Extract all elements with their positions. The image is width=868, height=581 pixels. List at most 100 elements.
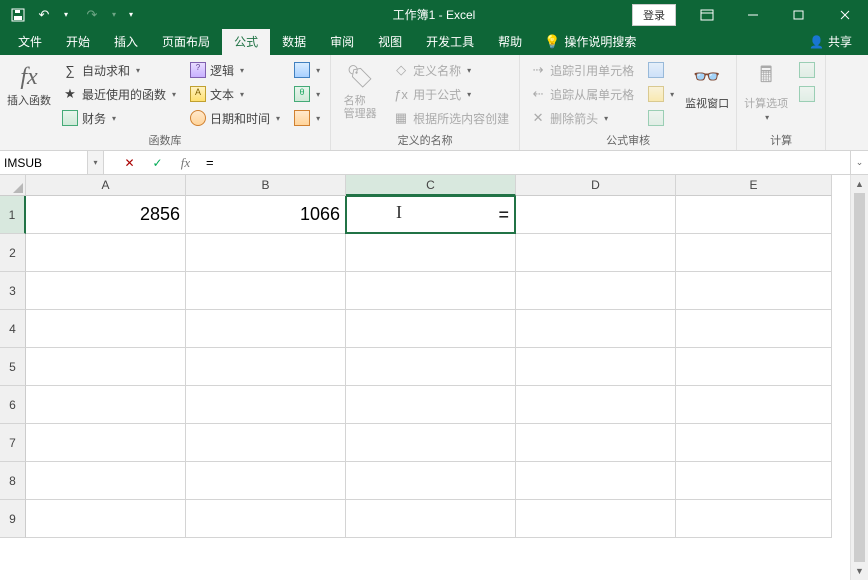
cell-D3[interactable] [516, 272, 676, 310]
error-checking-button[interactable]: ▾ [644, 83, 678, 105]
cell-D6[interactable] [516, 386, 676, 424]
cell-E5[interactable] [676, 348, 832, 386]
redo-dropdown[interactable]: ▾ [102, 3, 126, 27]
cell-D8[interactable] [516, 462, 676, 500]
tab-layout[interactable]: 页面布局 [150, 29, 222, 55]
recent-functions-button[interactable]: ★最近使用的函数▾ [58, 83, 180, 105]
cell-C6[interactable] [346, 386, 516, 424]
insert-function-fx-button[interactable]: fx [172, 151, 200, 174]
cell-A1[interactable]: 2856 [26, 196, 186, 234]
cell-B3[interactable] [186, 272, 346, 310]
scroll-down-button[interactable]: ▼ [851, 562, 868, 580]
cell-A2[interactable] [26, 234, 186, 272]
cell-B2[interactable] [186, 234, 346, 272]
share-button[interactable]: 👤 共享 [799, 29, 862, 55]
row-header-7[interactable]: 7 [0, 424, 26, 462]
scroll-thumb[interactable] [854, 193, 865, 562]
select-all-corner[interactable] [0, 175, 26, 196]
row-header-9[interactable]: 9 [0, 500, 26, 538]
cell-C8[interactable] [346, 462, 516, 500]
undo-icon[interactable]: ↶ [32, 3, 56, 27]
row-header-2[interactable]: 2 [0, 234, 26, 272]
cell-D5[interactable] [516, 348, 676, 386]
cell-A9[interactable] [26, 500, 186, 538]
more-functions-button[interactable]: ▾ [290, 107, 324, 129]
calculate-sheet-button[interactable] [795, 83, 819, 105]
column-header-D[interactable]: D [516, 175, 676, 196]
lookup-button[interactable]: ▾ [290, 59, 324, 81]
login-button[interactable]: 登录 [632, 4, 676, 26]
cell-C9[interactable] [346, 500, 516, 538]
cell-D2[interactable] [516, 234, 676, 272]
cell-C5[interactable] [346, 348, 516, 386]
column-header-A[interactable]: A [26, 175, 186, 196]
show-formulas-button[interactable] [644, 59, 678, 81]
tab-view[interactable]: 视图 [366, 29, 414, 55]
vertical-scrollbar[interactable]: ▲ ▼ [850, 175, 868, 580]
row-header-3[interactable]: 3 [0, 272, 26, 310]
cell-E1[interactable] [676, 196, 832, 234]
maximize-button[interactable] [776, 0, 822, 29]
text-button[interactable]: A文本▾ [186, 83, 284, 105]
enter-formula-button[interactable]: ✓ [144, 151, 172, 174]
cell-E6[interactable] [676, 386, 832, 424]
cell-E9[interactable] [676, 500, 832, 538]
financial-button[interactable]: 财务▾ [58, 107, 180, 129]
cell-D9[interactable] [516, 500, 676, 538]
tab-review[interactable]: 审阅 [318, 29, 366, 55]
cell-B1[interactable]: 1066 [186, 196, 346, 234]
calculation-options-button[interactable]: 🖩 计算选项 ▾ [743, 57, 789, 122]
logical-button[interactable]: ?逻辑▾ [186, 59, 284, 81]
formula-bar-input[interactable] [200, 151, 850, 174]
save-icon[interactable] [6, 3, 30, 27]
tab-file[interactable]: 文件 [6, 29, 54, 55]
cell-B4[interactable] [186, 310, 346, 348]
cell-D7[interactable] [516, 424, 676, 462]
trace-precedents-button[interactable]: ⇢追踪引用单元格 [526, 59, 638, 81]
cell-C1[interactable] [346, 196, 516, 234]
tab-data[interactable]: 数据 [270, 29, 318, 55]
row-header-1[interactable]: 1 [0, 196, 26, 234]
cell-D4[interactable] [516, 310, 676, 348]
cell-C3[interactable] [346, 272, 516, 310]
row-header-8[interactable]: 8 [0, 462, 26, 500]
name-box-dropdown[interactable]: ▾ [88, 151, 104, 174]
cell-B6[interactable] [186, 386, 346, 424]
trace-dependents-button[interactable]: ⇠追踪从属单元格 [526, 83, 638, 105]
cell-C2[interactable] [346, 234, 516, 272]
cell-A8[interactable] [26, 462, 186, 500]
cell-C4[interactable] [346, 310, 516, 348]
remove-arrows-button[interactable]: ✕删除箭头▾ [526, 107, 638, 129]
expand-formula-bar[interactable]: ⌄ [850, 151, 868, 174]
column-header-E[interactable]: E [676, 175, 832, 196]
tab-developer[interactable]: 开发工具 [414, 29, 486, 55]
column-header-B[interactable]: B [186, 175, 346, 196]
cell-E3[interactable] [676, 272, 832, 310]
ribbon-display-options[interactable] [684, 0, 730, 29]
cell-A4[interactable] [26, 310, 186, 348]
define-name-button[interactable]: ◇定义名称▾ [389, 59, 513, 81]
qat-customize[interactable]: ▾ [124, 3, 138, 27]
row-header-5[interactable]: 5 [0, 348, 26, 386]
evaluate-formula-button[interactable] [644, 107, 678, 129]
cell-E7[interactable] [676, 424, 832, 462]
tab-home[interactable]: 开始 [54, 29, 102, 55]
math-button[interactable]: θ▾ [290, 83, 324, 105]
datetime-button[interactable]: 日期和时间▾ [186, 107, 284, 129]
column-header-C[interactable]: C [346, 175, 516, 196]
insert-function-button[interactable]: fx 插入函数 [6, 57, 52, 108]
tab-help[interactable]: 帮助 [486, 29, 534, 55]
watch-window-button[interactable]: 👓 监视窗口 [684, 57, 730, 111]
cell-D1[interactable] [516, 196, 676, 234]
tell-me[interactable]: 💡 操作说明搜索 [534, 29, 646, 55]
name-manager-button[interactable]: 🏷 名称 管理器 [337, 57, 383, 121]
close-button[interactable] [822, 0, 868, 29]
cell-A5[interactable] [26, 348, 186, 386]
calculate-now-button[interactable] [795, 59, 819, 81]
tab-insert[interactable]: 插入 [102, 29, 150, 55]
cell-A7[interactable] [26, 424, 186, 462]
cell-B5[interactable] [186, 348, 346, 386]
cell-B8[interactable] [186, 462, 346, 500]
tab-formulas[interactable]: 公式 [222, 29, 270, 55]
cell-B9[interactable] [186, 500, 346, 538]
